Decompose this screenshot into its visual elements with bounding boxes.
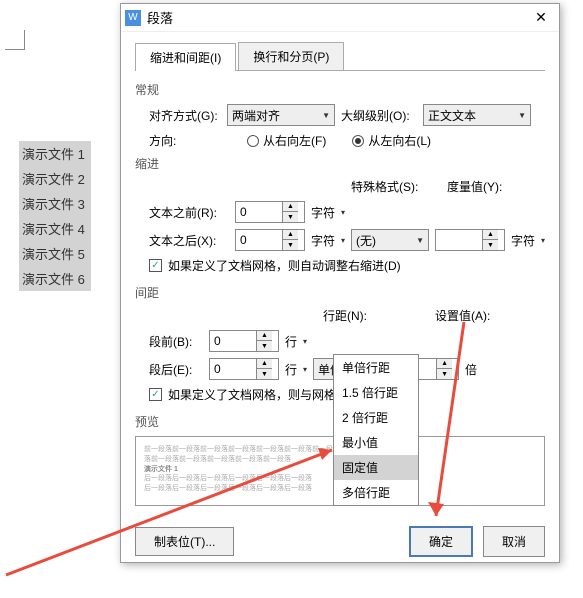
before-text-label: 文本之前(R):	[149, 204, 229, 221]
tab-indent-spacing[interactable]: 缩进和间距(I)	[135, 43, 236, 71]
chevron-down-icon: ▼	[322, 111, 330, 120]
setting-label: 设置值(A):	[435, 307, 507, 324]
line-spacing-label: 行距(N):	[323, 307, 395, 324]
after-text-label: 文本之后(X):	[149, 232, 229, 249]
tab-line-page-break[interactable]: 换行和分页(P)	[238, 42, 344, 70]
after-para-input[interactable]	[210, 359, 256, 379]
list-item: 演示文件 4	[19, 216, 91, 241]
dropdown-item-fixed[interactable]: 固定值	[334, 455, 418, 480]
outline-select[interactable]: 正文文本▼	[423, 104, 531, 126]
section-general: 常规	[135, 81, 545, 98]
after-text-input[interactable]	[236, 230, 282, 250]
list-item: 演示文件 6	[19, 266, 91, 291]
line-spacing-dropdown: 单倍行距 1.5 倍行距 2 倍行距 最小值 固定值 多倍行距	[333, 354, 419, 506]
measure-label: 度量值(Y):	[447, 178, 519, 195]
dropdown-item[interactable]: 1.5 倍行距	[334, 380, 418, 405]
tabstop-button[interactable]: 制表位(T)...	[135, 527, 234, 556]
section-indent: 缩进	[135, 155, 545, 172]
before-para-input[interactable]	[210, 331, 256, 351]
close-button[interactable]: ✕	[527, 8, 555, 28]
chevron-down-icon: ▼	[416, 236, 424, 245]
dropdown-item[interactable]: 多倍行距	[334, 480, 418, 505]
after-para-spinner[interactable]: ▲▼	[209, 358, 279, 380]
ok-button[interactable]: 确定	[409, 526, 473, 557]
section-spacing: 间距	[135, 284, 545, 301]
tabs: 缩进和间距(I) 换行和分页(P)	[135, 42, 545, 71]
align-label: 对齐方式(G):	[149, 107, 221, 124]
dropdown-item[interactable]: 最小值	[334, 430, 418, 455]
cancel-button[interactable]: 取消	[483, 526, 545, 557]
list-item: 演示文件 5	[19, 241, 91, 266]
rtl-radio[interactable]: 从右向左(F)	[247, 132, 326, 149]
outline-label: 大纲级别(O):	[341, 107, 417, 124]
app-icon: W	[125, 10, 141, 26]
titlebar: W 段落 ✕	[121, 4, 559, 32]
measure-spinner[interactable]: ▲▼	[435, 229, 505, 251]
direction-label: 方向:	[149, 132, 221, 149]
after-para-label: 段后(E):	[149, 361, 203, 378]
special-select[interactable]: (无)▼	[351, 229, 429, 251]
background-file-list: 演示文件 1 演示文件 2 演示文件 3 演示文件 4 演示文件 5 演示文件 …	[19, 141, 91, 291]
chevron-down-icon: ▼	[518, 111, 526, 120]
list-item: 演示文件 1	[19, 141, 91, 166]
list-item: 演示文件 2	[19, 166, 91, 191]
special-label: 特殊格式(S):	[351, 178, 423, 195]
before-para-spinner[interactable]: ▲▼	[209, 330, 279, 352]
before-text-spinner[interactable]: ▲▼	[235, 201, 305, 223]
ltr-radio[interactable]: 从左向右(L)	[352, 132, 431, 149]
before-text-input[interactable]	[236, 202, 282, 222]
dropdown-item[interactable]: 2 倍行距	[334, 405, 418, 430]
indent-grid-checkbox[interactable]: ✓如果定义了文档网格，则自动调整右缩进(D)	[149, 257, 401, 274]
after-text-spinner[interactable]: ▲▼	[235, 229, 305, 251]
before-para-label: 段前(B):	[149, 333, 203, 350]
align-select[interactable]: 两端对齐▼	[227, 104, 335, 126]
list-item: 演示文件 3	[19, 191, 91, 216]
measure-input[interactable]	[436, 230, 482, 250]
dropdown-item[interactable]: 单倍行距	[334, 355, 418, 380]
dialog-title: 段落	[147, 8, 527, 27]
spacing-grid-checkbox[interactable]: ✓如果定义了文档网格，则与网格对	[149, 386, 348, 403]
